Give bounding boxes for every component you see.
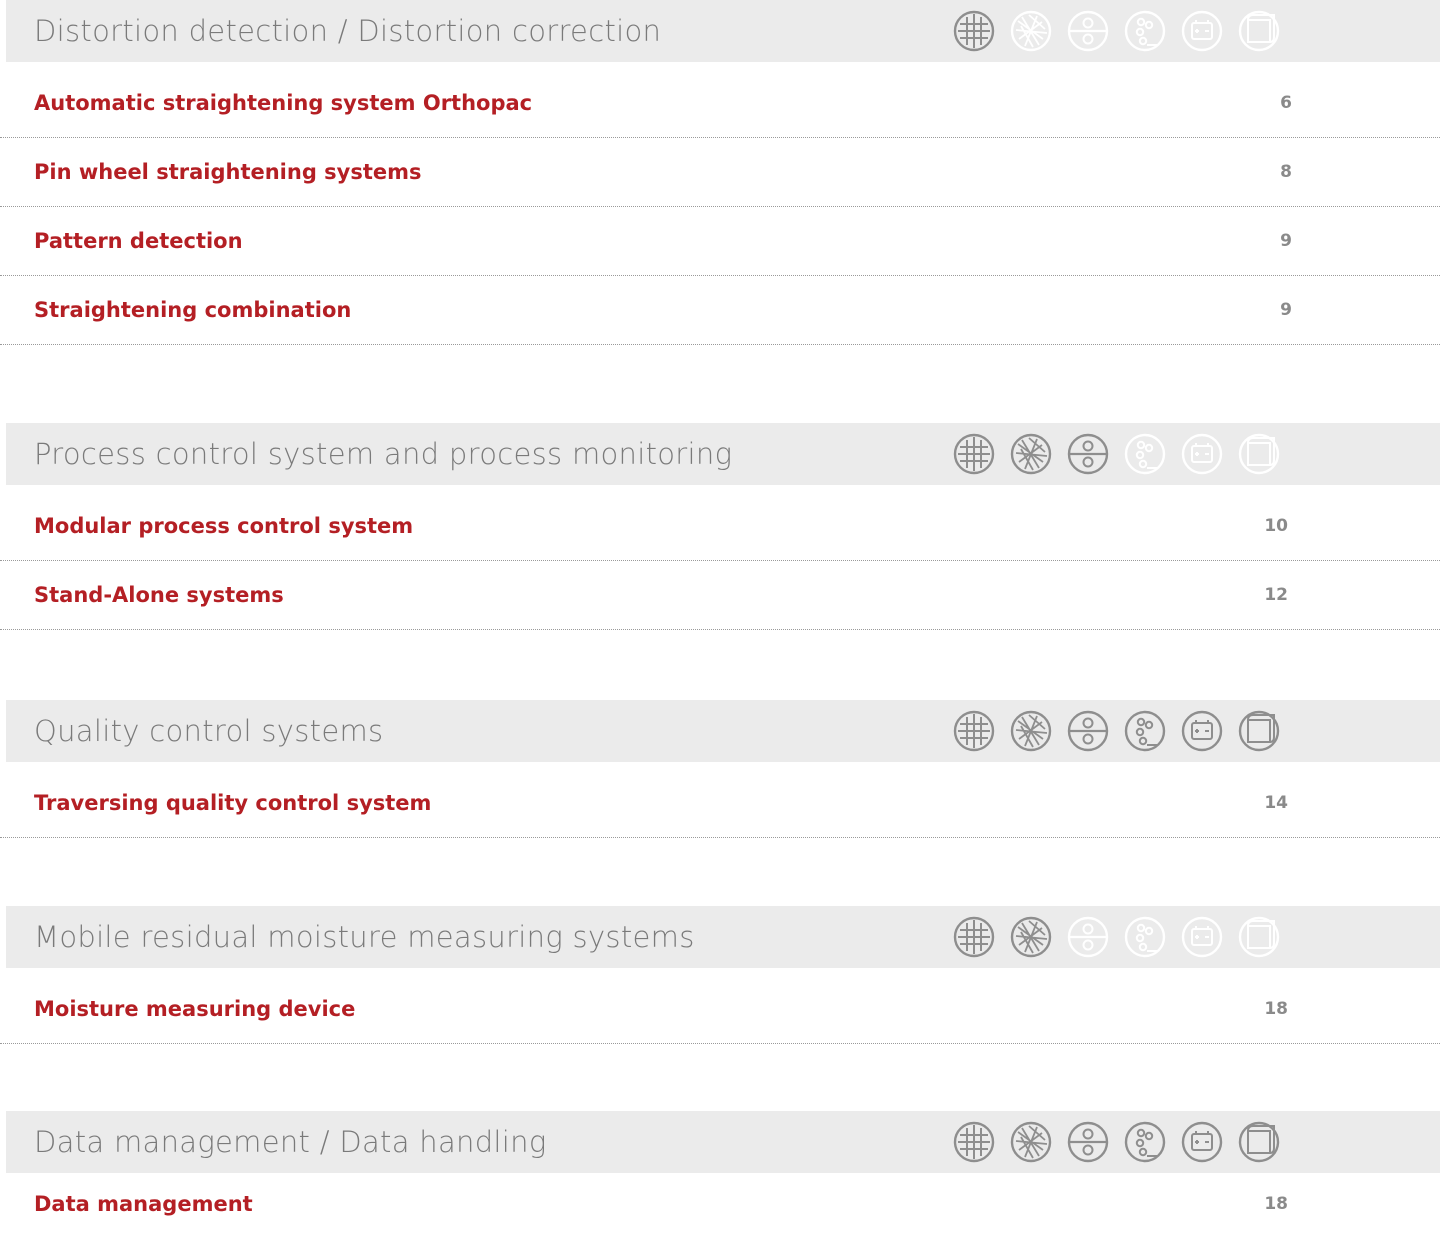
sheet-icon	[1237, 915, 1281, 959]
toc-entry-label[interactable]: Traversing quality control system	[34, 768, 431, 838]
grid-icon	[952, 9, 996, 53]
roll-icon	[1066, 915, 1110, 959]
section-title: Data management / Data handling	[34, 1125, 547, 1159]
battery-icon	[1180, 1120, 1224, 1164]
section-title: Quality control systems	[34, 714, 384, 748]
section-title: Process control system and process monit…	[34, 437, 733, 471]
roll-icon	[1066, 709, 1110, 753]
sheet-icon	[1237, 9, 1281, 53]
section-header: Mobile residual moisture measuring syste…	[6, 906, 1440, 968]
sheet-icon	[1237, 709, 1281, 753]
dots-icon	[1123, 709, 1167, 753]
fibre-icon	[1009, 1120, 1053, 1164]
battery-icon	[1180, 9, 1224, 53]
dotted-divider	[0, 629, 1440, 630]
sheet-icon	[1237, 432, 1281, 476]
toc-page-number: 9	[1280, 231, 1292, 251]
sheet-icon	[1237, 1120, 1281, 1164]
toc-row[interactable]: Automatic straightening system Orthopac …	[0, 68, 1440, 138]
roll-icon	[1066, 432, 1110, 476]
grid-icon	[952, 915, 996, 959]
section-title: Distortion detection / Distortion correc…	[34, 14, 662, 48]
battery-icon	[1180, 915, 1224, 959]
toc-page-number: 14	[1264, 793, 1288, 813]
fibre-icon	[1009, 915, 1053, 959]
toc-page-number: 10	[1264, 516, 1288, 536]
dots-icon	[1123, 9, 1167, 53]
roll-icon	[1066, 9, 1110, 53]
section-header: Quality control systems	[6, 700, 1440, 762]
section-title: Mobile residual moisture measuring syste…	[34, 920, 695, 954]
roll-icon	[1066, 1120, 1110, 1164]
battery-icon	[1180, 709, 1224, 753]
toc-row[interactable]: Data management 18	[0, 1169, 1440, 1239]
toc-row[interactable]: Moisture measuring device 18	[0, 974, 1440, 1044]
toc-page-number: 12	[1264, 585, 1288, 605]
section-header: Process control system and process monit…	[6, 423, 1440, 485]
toc-row[interactable]: Stand-Alone systems 12	[0, 560, 1440, 630]
fibre-icon	[1009, 9, 1053, 53]
toc-entry-label[interactable]: Straightening combination	[34, 275, 351, 345]
grid-icon	[952, 1120, 996, 1164]
grid-icon	[952, 709, 996, 753]
fibre-icon	[1009, 709, 1053, 753]
toc-entry-label[interactable]: Stand-Alone systems	[34, 560, 284, 630]
toc-row[interactable]: Modular process control system 10	[0, 491, 1440, 561]
toc-page-number: 18	[1264, 999, 1288, 1019]
dotted-divider	[0, 837, 1440, 838]
dots-icon	[1123, 1120, 1167, 1164]
dotted-divider	[0, 1043, 1440, 1044]
dots-icon	[1123, 432, 1167, 476]
toc-row[interactable]: Pattern detection 9	[0, 206, 1440, 276]
toc-entry-label[interactable]: Moisture measuring device	[34, 974, 355, 1044]
toc-row[interactable]: Traversing quality control system 14	[0, 768, 1440, 838]
section-header: Data management / Data handling	[6, 1111, 1440, 1173]
toc-page-number: 6	[1280, 93, 1292, 113]
toc-entry-label[interactable]: Data management	[34, 1169, 253, 1239]
toc-page-number: 8	[1280, 162, 1292, 182]
toc-row[interactable]: Straightening combination 9	[0, 275, 1440, 345]
toc-entry-label[interactable]: Pin wheel straightening systems	[34, 137, 422, 207]
dotted-divider	[0, 344, 1440, 345]
toc-entry-label[interactable]: Pattern detection	[34, 206, 243, 276]
battery-icon	[1180, 432, 1224, 476]
toc-entry-label[interactable]: Automatic straightening system Orthopac	[34, 68, 532, 138]
toc-row[interactable]: Pin wheel straightening systems 8	[0, 137, 1440, 207]
dots-icon	[1123, 915, 1167, 959]
toc-page-number: 18	[1264, 1194, 1288, 1214]
grid-icon	[952, 432, 996, 476]
section-header: Distortion detection / Distortion correc…	[6, 0, 1440, 62]
fibre-icon	[1009, 432, 1053, 476]
toc-entry-label[interactable]: Modular process control system	[34, 491, 413, 561]
toc-page-number: 9	[1280, 300, 1292, 320]
